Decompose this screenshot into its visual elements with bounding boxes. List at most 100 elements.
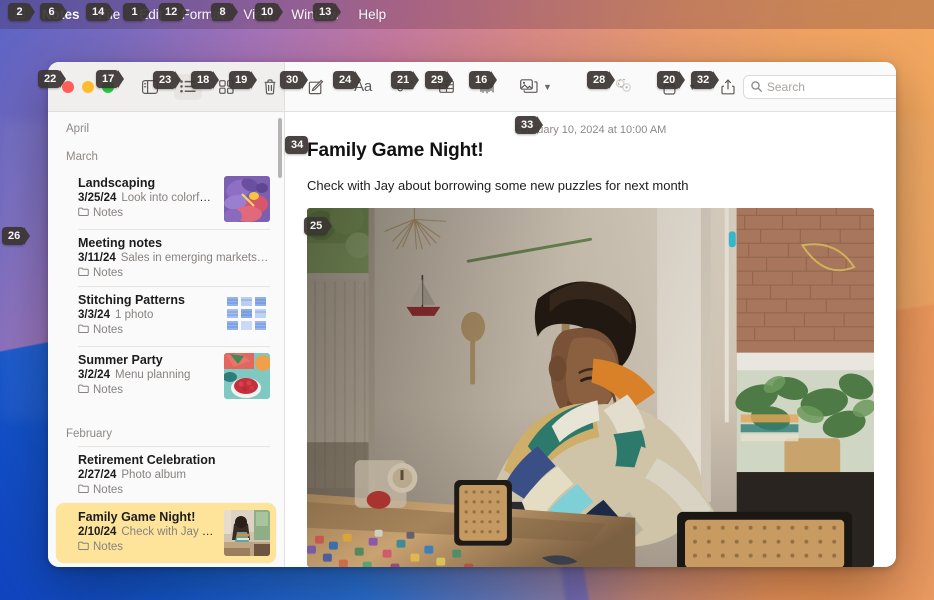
- folder-icon: [78, 484, 89, 496]
- note-item-snippet: Sales in emerging markets…: [120, 252, 269, 264]
- desktop:  Notes File Edit Format View Window Hel…: [0, 0, 934, 600]
- badge-16: 16: [469, 71, 493, 89]
- note-item-date: 2/10/24: [78, 526, 117, 538]
- badge-26: 26: [2, 227, 26, 245]
- month-header-february: February: [66, 428, 113, 440]
- note-item-folder: Notes: [78, 324, 216, 336]
- note-item-date: 3/25/24: [78, 192, 117, 204]
- folder-label: Notes: [93, 484, 124, 496]
- badge-33: 33: [515, 116, 539, 134]
- note-item-date: 3/2/24: [78, 369, 110, 381]
- note-item-thumbnail: [224, 176, 270, 222]
- note-item-thumbnail: [224, 293, 270, 339]
- note-item-text: Stitching Patterns 3/3/24 1 photo Notes: [78, 293, 216, 336]
- note-item-snippet: Look into colorfu…: [121, 192, 216, 204]
- note-body[interactable]: Check with Jay about borrowing some new …: [285, 162, 896, 193]
- menu-item-help[interactable]: Help: [358, 7, 386, 22]
- note-item-meta: 3/3/24 1 photo: [78, 309, 216, 321]
- badge-1: 1: [123, 3, 145, 21]
- note-item-date: 3/11/24: [78, 252, 116, 264]
- note-item-folder: Notes: [78, 384, 216, 396]
- note-item-title: Landscaping: [78, 176, 156, 190]
- note-item-folder: Notes: [78, 207, 216, 219]
- note-item-date: 3/3/24: [78, 309, 110, 321]
- list-item-selected[interactable]: Family Game Night! 2/10/24 Check with Jay…: [56, 503, 276, 563]
- folder-icon: [78, 267, 89, 279]
- badge-19: 19: [229, 71, 253, 89]
- note-item-date: 2/27/24: [78, 469, 117, 481]
- minimize-button[interactable]: [82, 80, 94, 93]
- note-item-meta: 2/27/24 Photo album: [78, 469, 270, 481]
- list-item[interactable]: Stitching Patterns 3/3/24 1 photo Notes: [56, 286, 276, 346]
- badge-17: 17: [96, 70, 120, 88]
- note-item-snippet: Photo album: [121, 469, 186, 481]
- note-item-snippet: Menu planning: [114, 369, 191, 381]
- note-list-sidebar[interactable]: April March Landscaping 3/25/24 Look into…: [48, 112, 285, 567]
- folder-label: Notes: [93, 207, 124, 219]
- folder-label: Notes: [93, 384, 124, 396]
- badge-13: 13: [313, 3, 337, 21]
- badge-8: 8: [211, 3, 233, 21]
- search-input[interactable]: [766, 79, 896, 94]
- note-item-title: Summer Party: [78, 353, 163, 367]
- folder-icon: [78, 384, 89, 396]
- folder-icon: [78, 541, 89, 553]
- folder-icon: [78, 207, 89, 219]
- note-date: February 10, 2024 at 10:00 AM: [514, 124, 667, 136]
- badge-14: 14: [86, 3, 110, 21]
- badge-22: 22: [38, 70, 62, 88]
- media-icon[interactable]: [518, 74, 540, 100]
- search-field[interactable]: [742, 74, 896, 99]
- badge-21: 21: [391, 71, 415, 89]
- list-scrollbar[interactable]: [278, 118, 282, 178]
- note-item-folder: Notes: [78, 541, 216, 553]
- badge-29: 29: [425, 71, 449, 89]
- page-title[interactable]: Family Game Night!: [285, 140, 896, 162]
- note-item-text: Landscaping 3/25/24 Look into colorfu… No…: [78, 176, 216, 219]
- note-content-pane[interactable]: February 10, 2024 at 10:00 AM Family Gam…: [285, 112, 896, 567]
- badge-2: 2: [8, 3, 30, 21]
- badge-34: 34: [285, 136, 309, 154]
- month-header-march: March: [66, 151, 98, 163]
- note-item-meta: 3/25/24 Look into colorfu…: [78, 192, 216, 204]
- note-item-title: Meeting notes: [78, 236, 163, 250]
- month-header-april: April: [66, 123, 90, 135]
- folder-label: Notes: [93, 324, 124, 336]
- note-item-title: Family Game Night!: [78, 510, 196, 524]
- note-item-meta: 2/10/24 Check with Jay a…: [78, 526, 216, 538]
- badge-12: 12: [159, 3, 183, 21]
- note-item-text: Summer Party 3/2/24 Menu planning Notes: [78, 353, 216, 396]
- badge-32: 32: [691, 71, 715, 89]
- note-item-text: Retirement Celebration 2/27/24 Photo albu…: [78, 453, 270, 496]
- badge-18: 18: [191, 71, 215, 89]
- note-item-thumbnail: [224, 510, 270, 556]
- note-item-title: Stitching Patterns: [78, 293, 185, 307]
- list-item[interactable]: Meeting notes 3/11/24 Sales in emerging m…: [56, 229, 276, 286]
- note-item-snippet: Check with Jay a…: [121, 526, 216, 538]
- note-item-text: Meeting notes 3/11/24 Sales in emerging m…: [78, 236, 270, 279]
- note-item-text: Family Game Night! 2/10/24 Check with Jay…: [78, 510, 216, 553]
- note-item-meta: 3/11/24 Sales in emerging markets…: [78, 252, 270, 264]
- badge-24: 24: [333, 71, 357, 89]
- badge-10: 10: [255, 3, 279, 21]
- badge-25: 25: [304, 217, 328, 235]
- media-chevron-down-icon[interactable]: ▼: [543, 82, 552, 92]
- list-item[interactable]: Summer Party 3/2/24 Menu planning Notes: [56, 346, 276, 406]
- note-item-title: Retirement Celebration: [78, 453, 216, 467]
- note-item-snippet: 1 photo: [114, 309, 154, 321]
- note-photo[interactable]: [307, 208, 874, 567]
- note-item-folder: Notes: [78, 267, 270, 279]
- note-item-folder: Notes: [78, 484, 270, 496]
- notes-window: Aa ▼ Search April March Landscaping 3/25…: [48, 62, 896, 567]
- folder-icon: [78, 324, 89, 336]
- folder-label: Notes: [93, 541, 124, 553]
- note-item-meta: 3/2/24 Menu planning: [78, 369, 216, 381]
- badge-20: 20: [657, 71, 681, 89]
- list-item[interactable]: Retirement Celebration 2/27/24 Photo albu…: [56, 446, 276, 503]
- window-body: April March Landscaping 3/25/24 Look into…: [48, 112, 896, 567]
- badge-6: 6: [40, 3, 62, 21]
- badge-30: 30: [280, 71, 304, 89]
- badge-28: 28: [587, 71, 611, 89]
- note-item-thumbnail: [224, 353, 270, 399]
- list-item[interactable]: Landscaping 3/25/24 Look into colorfu… No…: [56, 169, 276, 229]
